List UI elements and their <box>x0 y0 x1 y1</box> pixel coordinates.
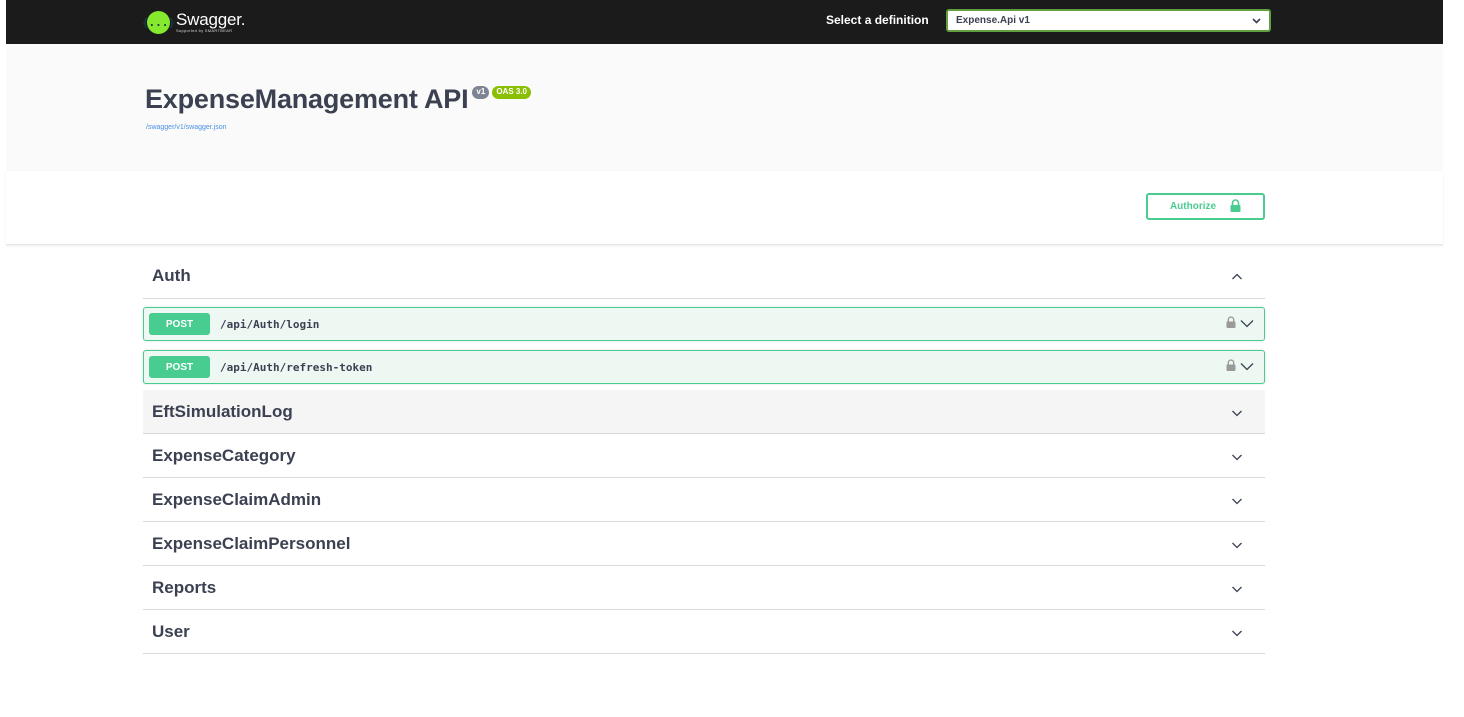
swagger-logo-icon: {...} <box>142 10 175 34</box>
tag-list: Auth POST /api/Auth/login POST /api/Auth… <box>143 254 1265 654</box>
tag-expenseclaimpersonnel[interactable]: ExpenseClaimPersonnel <box>143 522 1265 566</box>
tag-name: ExpenseCategory <box>152 445 296 465</box>
scheme-container: Authorize <box>6 171 1443 245</box>
definition-select[interactable]: Expense.Api v1 <box>946 9 1271 32</box>
tag-name: ExpenseClaimPersonnel <box>152 533 351 553</box>
operation-path: /api/Auth/login <box>220 317 320 331</box>
definition-select-value: Expense.Api v1 <box>956 15 1030 26</box>
swagger-page: {...} Swagger. Supported by SMARTBEAR Se… <box>0 0 1464 717</box>
tag-expensecategory[interactable]: ExpenseCategory <box>143 434 1265 478</box>
api-info: ExpenseManagement API v1 OAS 3.0 /swagge… <box>6 44 1443 171</box>
operation-post-login[interactable]: POST /api/Auth/login <box>143 307 1265 341</box>
operation-icons <box>1226 358 1254 376</box>
tag-name: ExpenseClaimAdmin <box>152 489 322 509</box>
chevron-down-icon[interactable] <box>1231 406 1243 418</box>
chevron-down-icon[interactable] <box>1240 358 1254 376</box>
tag-name: Reports <box>152 577 217 597</box>
chevron-down-icon[interactable] <box>1231 626 1243 638</box>
api-title: ExpenseManagement API <box>145 84 469 114</box>
logo-text: Swagger. Supported by SMARTBEAR <box>176 11 245 33</box>
tag-name: User <box>152 621 190 641</box>
chevron-down-icon[interactable] <box>1231 494 1243 506</box>
title-row: ExpenseManagement API v1 OAS 3.0 <box>145 84 531 115</box>
oas-badge: OAS 3.0 <box>492 86 531 99</box>
authorize-button[interactable]: Authorize <box>1146 193 1265 220</box>
definition-label: Select a definition <box>826 13 929 27</box>
tag-eftsimulationlog[interactable]: EftSimulationLog <box>143 390 1265 434</box>
method-badge: POST <box>149 313 210 335</box>
chevron-down-icon[interactable] <box>1231 538 1243 550</box>
chevron-down-icon[interactable] <box>1240 315 1254 333</box>
lock-icon <box>1230 198 1241 215</box>
authorize-label: Authorize <box>1169 201 1217 212</box>
tag-reports[interactable]: Reports <box>143 566 1265 610</box>
operation-path: /api/Auth/refresh-token <box>220 360 373 374</box>
tag-auth[interactable]: Auth <box>143 254 1265 299</box>
swagger-logo[interactable]: {...} Swagger. Supported by SMARTBEAR <box>142 6 245 38</box>
lock-icon[interactable] <box>1226 358 1236 376</box>
method-badge: POST <box>149 356 210 378</box>
lock-icon[interactable] <box>1226 315 1236 333</box>
topbar: {...} Swagger. Supported by SMARTBEAR Se… <box>6 0 1443 44</box>
logo-subtitle: Supported by SMARTBEAR <box>176 28 233 33</box>
tag-expenseclaimadmin[interactable]: ExpenseClaimAdmin <box>143 478 1265 522</box>
tag-name: Auth <box>152 266 191 285</box>
operation-post-refresh-token[interactable]: POST /api/Auth/refresh-token <box>143 350 1265 384</box>
chevron-down-icon <box>1252 16 1261 26</box>
operation-icons <box>1226 315 1254 333</box>
chevron-up-icon[interactable] <box>1231 270 1243 282</box>
chevron-down-icon[interactable] <box>1231 450 1243 462</box>
spec-link[interactable]: /swagger/v1/swagger.json <box>146 124 227 131</box>
tag-user[interactable]: User <box>143 610 1265 654</box>
version-badge: v1 <box>472 86 490 99</box>
logo-title: Swagger. <box>176 10 246 29</box>
chevron-down-icon[interactable] <box>1231 582 1243 594</box>
tag-name: EftSimulationLog <box>152 401 293 421</box>
